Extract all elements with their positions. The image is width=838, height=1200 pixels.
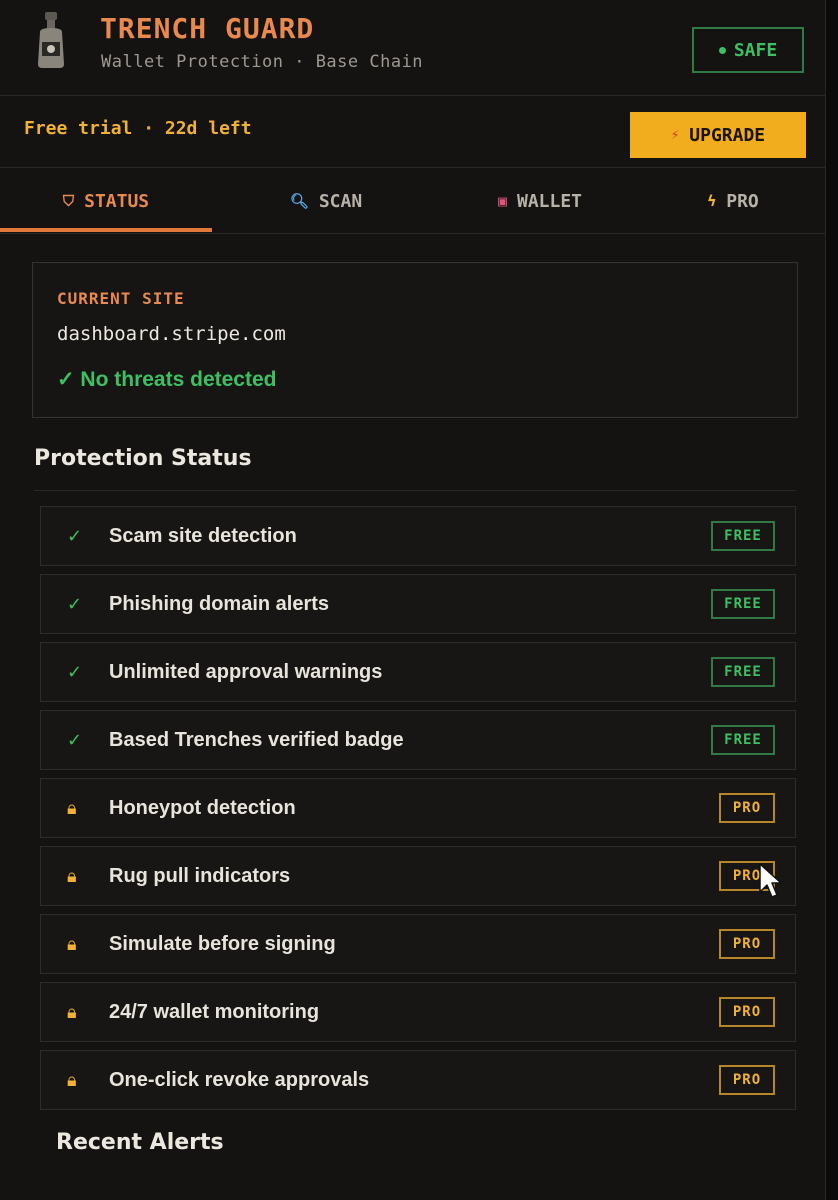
feature-label: Scam site detection	[109, 524, 297, 547]
feature-row: ✓ Unlimited approval warnings FREE	[40, 642, 796, 702]
trial-bar: Free trial · 22d left ⚡ UPGRADE	[0, 96, 825, 168]
protection-status-heading: Protection Status	[34, 446, 252, 471]
tab-bar: ⛉ STATUS 🔍︎ SCAN ▣ WALLET ϟ PRO	[0, 168, 825, 234]
feature-label: One-click revoke approvals	[109, 1068, 370, 1091]
check-icon: ✓	[67, 525, 83, 547]
tab-wallet[interactable]: ▣ WALLET	[440, 168, 640, 234]
feature-label: 24/7 wallet monitoring	[109, 1000, 320, 1023]
site-threat-status: ✓ No threats detected	[57, 368, 277, 391]
tab-wallet-label: WALLET	[517, 190, 583, 212]
feature-row[interactable]: 🔒︎ One-click revoke approvals PRO	[40, 1050, 796, 1110]
feature-label: Based Trenches verified badge	[109, 728, 404, 751]
extension-popup: TRENCH GUARD Wallet Protection · Base Ch…	[0, 0, 826, 1200]
window-edge	[826, 0, 838, 1200]
status-dot-icon	[718, 46, 726, 54]
lock-icon: 🔒︎	[67, 865, 77, 887]
feature-label: Simulate before signing	[109, 932, 336, 955]
lock-icon: 🔒︎	[67, 933, 77, 955]
upgrade-button[interactable]: ⚡ UPGRADE	[630, 112, 806, 158]
active-tab-indicator	[0, 228, 212, 232]
feature-row[interactable]: 🔒︎ 24/7 wallet monitoring PRO	[40, 982, 796, 1042]
section-divider	[34, 490, 796, 491]
mouse-cursor-icon	[759, 863, 782, 898]
free-badge: FREE	[711, 589, 775, 619]
tab-status-label: STATUS	[84, 190, 150, 212]
tab-pro-label: PRO	[726, 190, 759, 212]
magnifier-icon: 🔍︎	[289, 192, 309, 210]
feature-row: ✓ Phishing domain alerts FREE	[40, 574, 796, 634]
tab-pro[interactable]: ϟ PRO	[640, 168, 825, 234]
check-icon: ✓	[67, 593, 83, 615]
feature-label: Honeypot detection	[109, 796, 296, 819]
current-site-url: dashboard.stripe.com	[57, 323, 286, 345]
free-badge: FREE	[711, 657, 775, 687]
safe-status-label: SAFE	[733, 39, 778, 61]
current-site-card: CURRENT SITE dashboard.stripe.com ✓ No t…	[32, 262, 798, 418]
check-icon: ✓	[67, 661, 83, 683]
current-site-label: CURRENT SITE	[57, 289, 185, 308]
tab-scan[interactable]: 🔍︎ SCAN	[212, 168, 440, 234]
free-badge: FREE	[711, 521, 775, 551]
bottle-icon	[38, 12, 64, 68]
check-icon: ✓	[67, 729, 83, 751]
feature-row[interactable]: 🔒︎ Simulate before signing PRO	[40, 914, 796, 974]
wallet-icon: ▣	[497, 192, 507, 210]
header: TRENCH GUARD Wallet Protection · Base Ch…	[0, 0, 825, 96]
lock-icon: 🔒︎	[67, 1069, 77, 1091]
shield-icon: ⛉	[62, 192, 75, 210]
feature-label: Unlimited approval warnings	[109, 660, 383, 683]
pro-badge[interactable]: PRO	[719, 997, 775, 1027]
trial-status-text: Free trial · 22d left	[24, 118, 252, 139]
feature-label: Rug pull indicators	[109, 864, 291, 887]
tab-scan-label: SCAN	[318, 190, 363, 212]
app-title: TRENCH GUARD	[100, 12, 315, 45]
tab-status[interactable]: ⛉ STATUS	[0, 168, 212, 234]
free-badge: FREE	[711, 725, 775, 755]
lock-icon: 🔒︎	[67, 797, 77, 819]
feature-row[interactable]: 🔒︎ Rug pull indicators PRO	[40, 846, 796, 906]
pro-badge[interactable]: PRO	[719, 1065, 775, 1095]
feature-row: ✓ Based Trenches verified badge FREE	[40, 710, 796, 770]
pro-badge[interactable]: PRO	[719, 929, 775, 959]
pro-badge[interactable]: PRO	[719, 793, 775, 823]
feature-row[interactable]: 🔒︎ Honeypot detection PRO	[40, 778, 796, 838]
recent-alerts-heading: Recent Alerts	[56, 1130, 224, 1155]
upgrade-button-label: UPGRADE	[689, 124, 766, 146]
bolt-icon: ϟ	[707, 192, 717, 210]
feature-row: ✓ Scam site detection FREE	[40, 506, 796, 566]
lock-icon: 🔒︎	[67, 1001, 77, 1023]
bolt-icon: ⚡	[670, 127, 680, 143]
app-subtitle: Wallet Protection · Base Chain	[101, 52, 424, 72]
safe-status-badge: SAFE	[692, 27, 804, 73]
feature-label: Phishing domain alerts	[109, 592, 330, 615]
